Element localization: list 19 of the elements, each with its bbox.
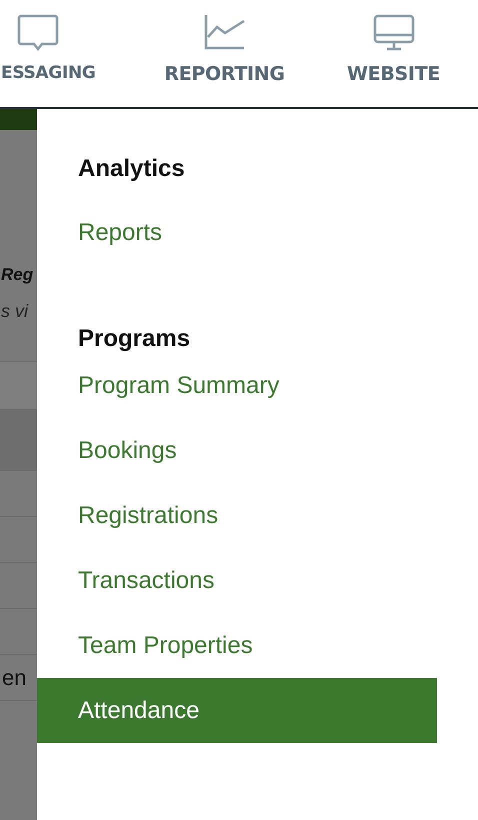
section-heading: Programs xyxy=(77,324,192,354)
page-heading: Reg xyxy=(1,264,34,286)
menu-item[interactable]: Team Properties xyxy=(37,613,437,678)
menu-item[interactable]: Program Summary xyxy=(37,353,437,418)
table-cell-text: en xyxy=(2,664,26,692)
page-subtitle: s vi xyxy=(1,300,28,323)
header-bar xyxy=(0,109,37,130)
menu-item[interactable]: Reports xyxy=(37,200,437,265)
menu-item[interactable]: Registrations xyxy=(37,483,437,548)
monitor-icon xyxy=(372,14,415,52)
nav-tab[interactable]: WEBSITE xyxy=(347,63,440,85)
menu-item[interactable]: Attendance xyxy=(37,678,437,743)
section-heading: Analytics xyxy=(77,154,186,184)
nav-tab[interactable]: REPORTING xyxy=(164,63,285,85)
line-chart-icon xyxy=(204,14,246,52)
nav-tab[interactable]: ESSAGING xyxy=(1,63,96,83)
chat-icon xyxy=(17,14,59,52)
menu-item[interactable]: Bookings xyxy=(37,418,437,483)
menu-item[interactable]: Transactions xyxy=(37,548,437,613)
